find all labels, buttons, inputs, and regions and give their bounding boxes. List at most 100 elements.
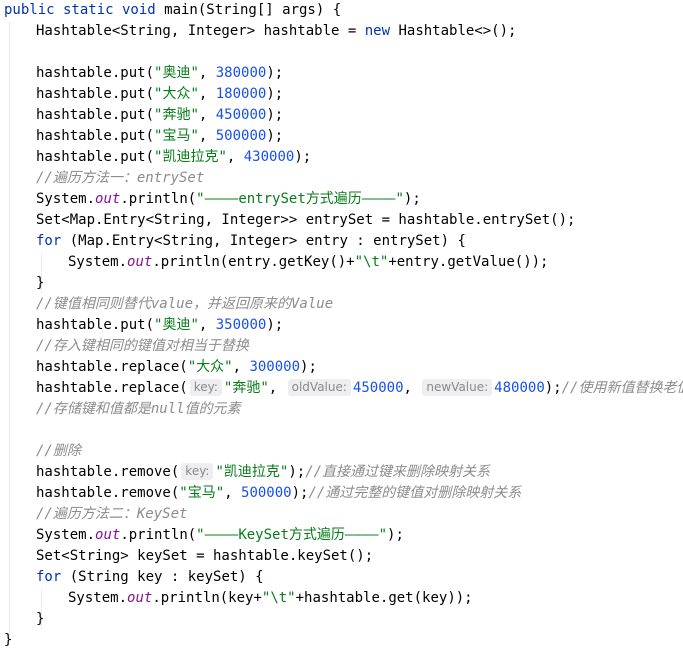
code-text: .println( <box>120 191 197 207</box>
string-literal: "大众" <box>154 86 199 102</box>
keyword: for <box>36 569 62 585</box>
code-line: hashtable.replace(key: "奔驰", oldValue: 450… <box>4 378 683 399</box>
code-text: hashtable.put( <box>36 65 155 81</box>
parameter-hint: key: <box>189 379 222 396</box>
string-literal: "奔驰" <box>154 107 199 123</box>
code-text: } <box>4 632 13 648</box>
code-line: } <box>4 609 683 630</box>
code-line: public static void main(String[] args) { <box>4 0 683 21</box>
code-text: ); <box>291 485 309 501</box>
code-text: Hashtable<>(); <box>390 23 517 39</box>
code-line: hashtable.put("奥迪", 380000); <box>4 63 683 84</box>
code-text: (Map.Entry<String, Integer> entry : entr… <box>61 233 466 249</box>
parameter-hint: newValue: <box>422 379 493 396</box>
code-line: hashtable.remove(key: "凯迪拉克");//直接通过键来删除映… <box>4 462 683 483</box>
code-line: hashtable.put("凯迪拉克", 430000); <box>4 147 683 168</box>
number-literal: 500000 <box>215 128 267 144</box>
code-text: , <box>198 317 216 333</box>
number-literal: 450000 <box>215 107 267 123</box>
code-text: ); <box>266 317 284 333</box>
code-text: .println(entry.getKey()+ <box>152 254 355 270</box>
string-literal: "宝马" <box>179 485 225 501</box>
code-line: Set<String> keySet = hashtable.keySet(); <box>4 546 683 567</box>
number-literal: 480000 <box>494 380 545 396</box>
comment: //存入键相同的键值对相当于替换 <box>36 338 249 354</box>
code-line: System.out.println("————KeySet方式遍历————")… <box>4 525 683 546</box>
keyword: public static void <box>4 2 156 18</box>
code-line: hashtable.put("大众", 180000); <box>4 84 683 105</box>
string-literal: "\t" <box>261 590 296 606</box>
parameter-hint: oldValue: <box>287 379 351 396</box>
code-line: } <box>4 273 683 294</box>
code-text: Hashtable<String, Integer> hashtable = <box>36 23 365 39</box>
code-text: ); <box>266 107 284 123</box>
string-literal: "宝马" <box>154 128 199 144</box>
static-field: out <box>127 254 153 270</box>
code-text: hashtable.put( <box>36 107 155 123</box>
code-text: , <box>198 128 216 144</box>
code-line: for (Map.Entry<String, Integer> entry : … <box>4 231 683 252</box>
string-literal: "\t" <box>354 254 389 270</box>
code-text: hashtable.replace( <box>36 359 188 375</box>
code-text: Set<String> keySet = hashtable.keySet(); <box>36 548 374 564</box>
code-text: , <box>198 65 216 81</box>
code-text: , <box>226 149 244 165</box>
code-text: ); <box>266 128 284 144</box>
code-editor[interactable]: public static void main(String[] args) {… <box>0 0 683 656</box>
code-text: hashtable.remove( <box>36 485 180 501</box>
string-literal: "————KeySet方式遍历————" <box>196 527 388 543</box>
code-text: ); <box>266 65 284 81</box>
code-text: , <box>198 107 216 123</box>
string-literal: "凯迪拉克" <box>154 149 227 165</box>
string-literal: "大众" <box>187 359 233 375</box>
parameter-hint: key: <box>181 463 214 480</box>
code-line: //存入键相同的键值对相当于替换 <box>4 336 683 357</box>
code-area[interactable]: public static void main(String[] args) {… <box>4 0 683 651</box>
code-line: hashtable.remove("宝马", 500000);//通过完整的键值… <box>4 483 683 504</box>
comment: //直接通过键来删除映射关系 <box>305 464 491 480</box>
keyword: new <box>364 23 391 39</box>
code-text: hashtable.put( <box>36 86 155 102</box>
code-line: hashtable.replace("大众", 300000); <box>4 357 683 378</box>
number-literal: 450000 <box>352 380 404 396</box>
code-line: //遍历方法二：KeySet <box>4 504 683 525</box>
code-text: , <box>224 485 242 501</box>
code-text: } <box>36 275 45 291</box>
comment: //键值相同则替代value，并返回原来的Value <box>36 296 334 312</box>
code-text: , <box>403 380 421 396</box>
code-text: ); <box>387 527 404 543</box>
number-literal: 500000 <box>241 485 292 501</box>
code-text: Set<Map.Entry<String, Integer>> entrySet… <box>36 212 576 228</box>
static-field: out <box>95 191 121 207</box>
code-text: hashtable.put( <box>36 149 155 165</box>
number-literal: 350000 <box>215 317 267 333</box>
code-line: Hashtable<String, Integer> hashtable = n… <box>4 21 683 42</box>
code-line: //存储键和值都是null值的元素 <box>4 399 683 420</box>
code-line: for (String key : keySet) { <box>4 567 683 588</box>
code-text: hashtable.replace( <box>36 380 188 396</box>
keyword: for <box>36 233 62 249</box>
code-text: } <box>36 611 45 627</box>
code-text: System. <box>36 527 96 543</box>
code-text: , <box>232 359 250 375</box>
code-text: , <box>268 380 286 396</box>
string-literal: "凯迪拉克" <box>215 464 289 480</box>
code-line: System.out.println(entry.getKey()+"\t"+e… <box>4 252 683 273</box>
code-line: Set<Map.Entry<String, Integer>> entrySet… <box>4 210 683 231</box>
code-text: .println( <box>120 527 197 543</box>
comment: //遍历方法一：entrySet <box>36 170 205 186</box>
code-line: hashtable.put("宝马", 500000); <box>4 126 683 147</box>
code-text: main(String[] args) { <box>155 2 342 18</box>
string-literal: "奔驰" <box>223 380 269 396</box>
code-text: hashtable.remove( <box>36 464 180 480</box>
code-text: +entry.getValue()); <box>388 254 549 270</box>
code-text: (String key : keySet) { <box>61 569 264 585</box>
code-text: ); <box>288 464 306 480</box>
code-text: ); <box>266 86 284 102</box>
code-text: System. <box>36 191 96 207</box>
code-text: ); <box>544 380 562 396</box>
number-literal: 380000 <box>215 65 267 81</box>
number-literal: 180000 <box>215 86 267 102</box>
code-text: +hashtable.get(key)); <box>295 590 473 606</box>
